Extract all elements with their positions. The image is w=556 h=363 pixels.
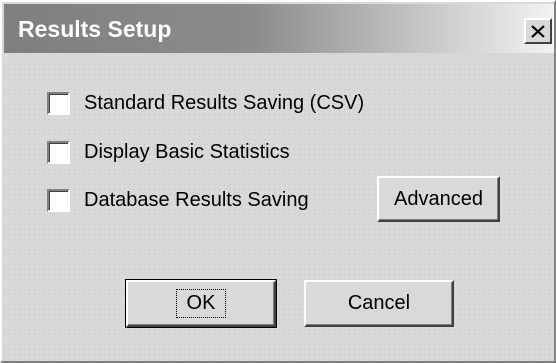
title-bar[interactable]: Results Setup	[4, 4, 554, 53]
close-icon	[531, 24, 545, 38]
cancel-button[interactable]: Cancel	[304, 280, 454, 327]
database-results-saving-label[interactable]: Database Results Saving	[84, 189, 309, 212]
display-basic-statistics-label[interactable]: Display Basic Statistics	[84, 141, 290, 164]
window-title: Results Setup	[18, 16, 172, 42]
ok-button[interactable]: OK	[125, 279, 277, 328]
ok-button-label: OK	[175, 289, 227, 318]
standard-results-saving-label[interactable]: Standard Results Saving (CSV)	[84, 92, 364, 115]
display-basic-statistics-option[interactable]: Display Basic Statistics	[47, 138, 290, 166]
standard-results-saving-option[interactable]: Standard Results Saving (CSV)	[47, 89, 364, 117]
database-results-saving-checkbox[interactable]	[47, 188, 70, 212]
database-results-saving-option[interactable]: Database Results Saving	[47, 186, 309, 214]
results-setup-dialog: Results Setup Standard Results Saving (C…	[0, 0, 556, 363]
standard-results-saving-checkbox[interactable]	[47, 91, 70, 115]
display-basic-statistics-checkbox[interactable]	[47, 140, 70, 164]
advanced-button[interactable]: Advanced	[377, 176, 500, 222]
close-button[interactable]	[524, 18, 552, 44]
